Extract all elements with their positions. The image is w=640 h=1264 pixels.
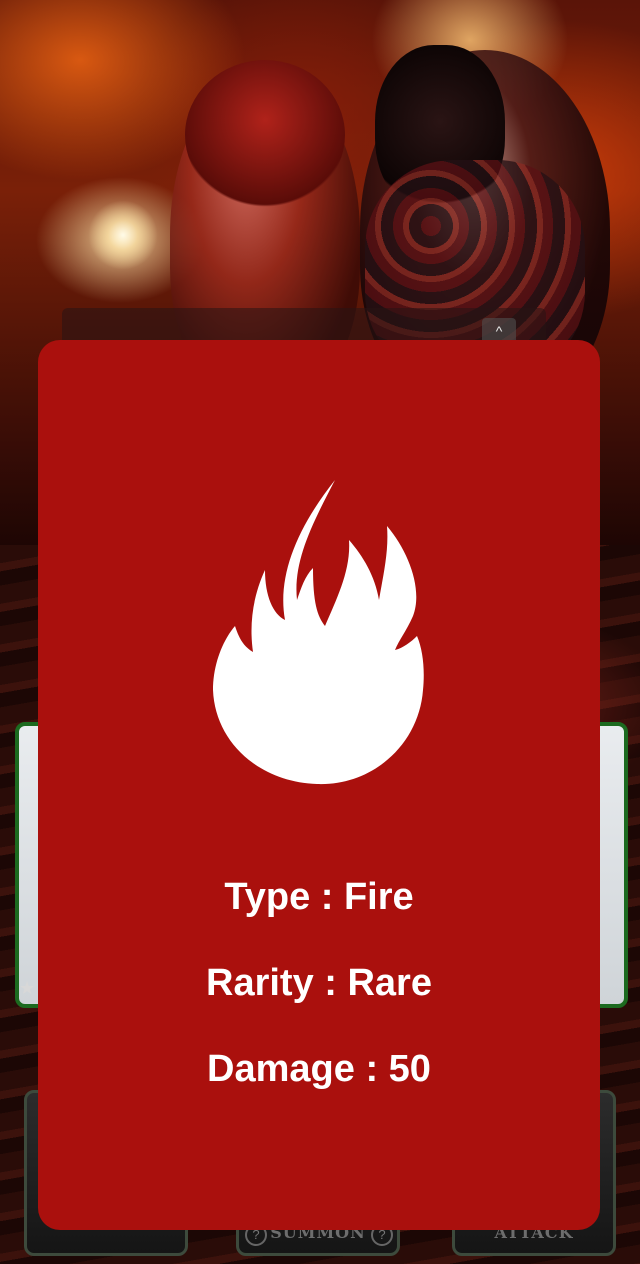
magic-sparkle xyxy=(88,200,158,270)
fire-icon xyxy=(213,480,424,785)
card-damage-label: Damage : 50 xyxy=(207,1048,431,1090)
card-rarity-label: Rarity : Rare xyxy=(206,962,432,1004)
card-type-label: Type : Fire xyxy=(224,876,414,918)
character-hair-red xyxy=(185,60,345,210)
star-icon: ★ xyxy=(19,978,36,998)
